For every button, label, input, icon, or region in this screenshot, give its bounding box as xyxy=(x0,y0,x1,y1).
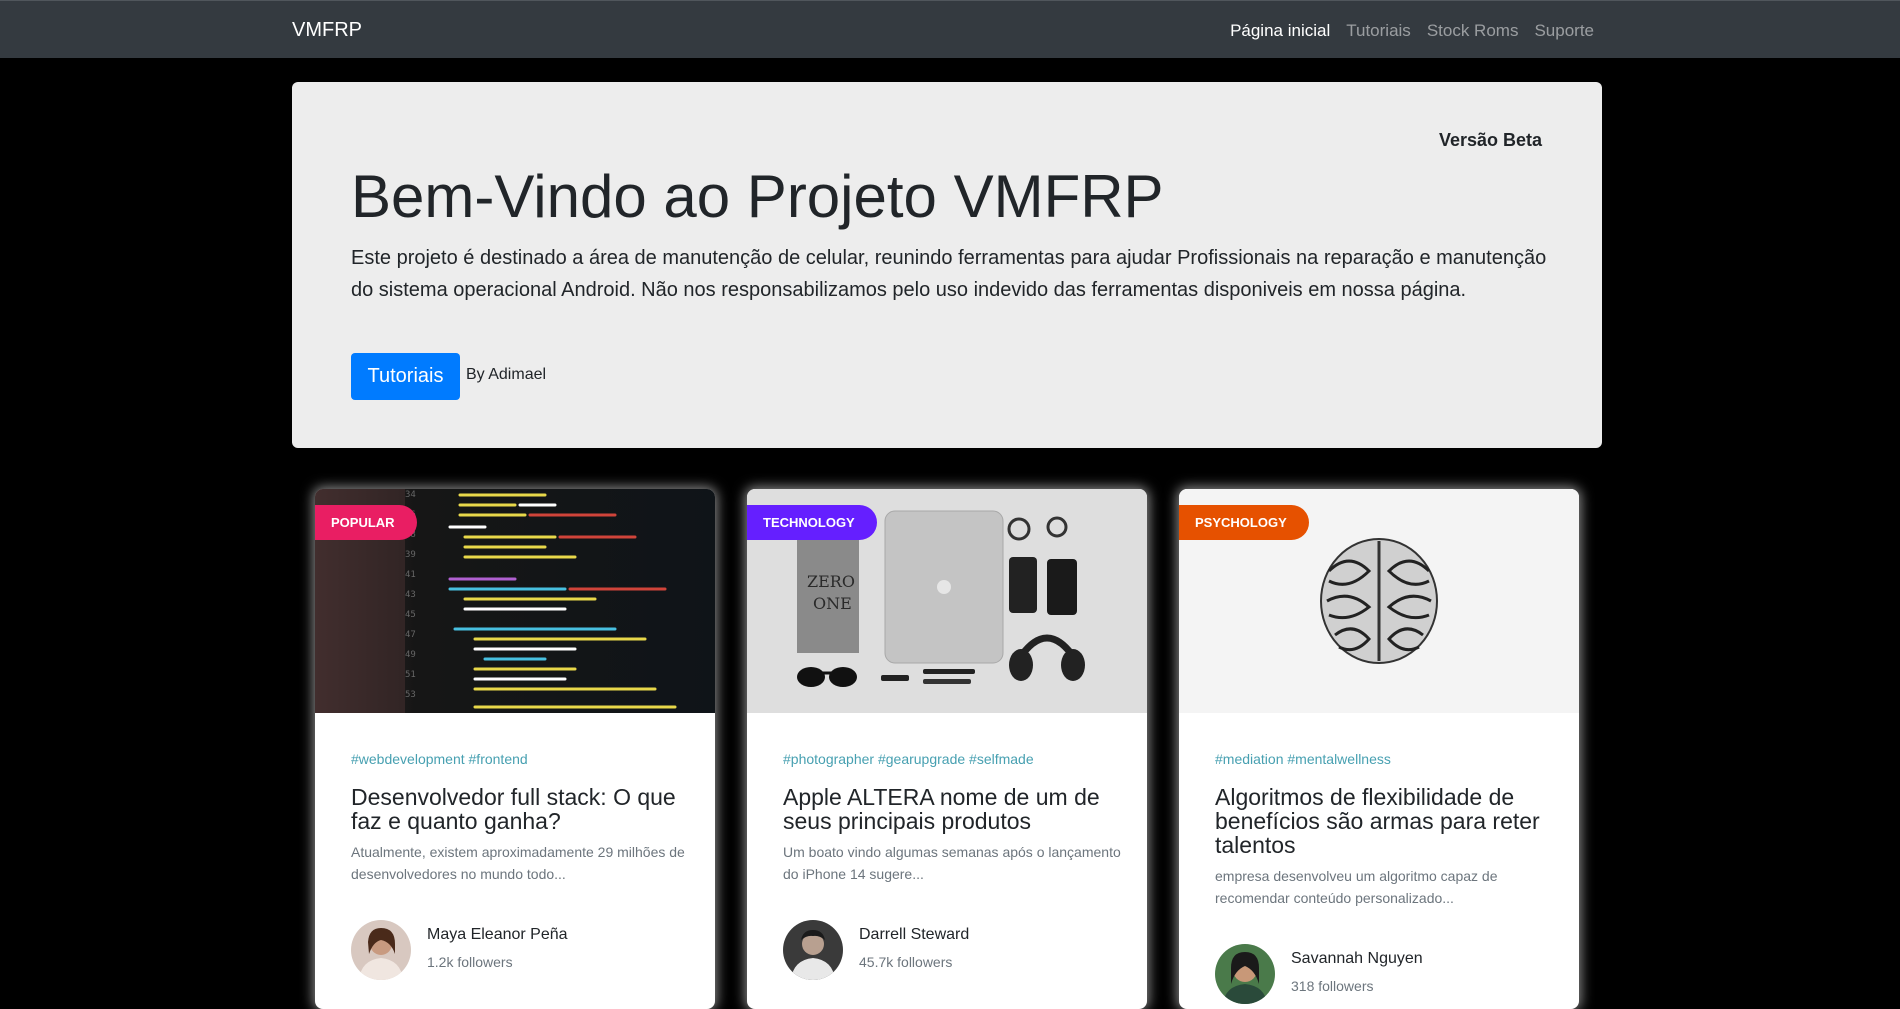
author-name[interactable]: Maya Eleanor Peña xyxy=(427,926,568,944)
svg-text:34: 34 xyxy=(405,490,416,500)
author-name[interactable]: Savannah Nguyen xyxy=(1291,950,1423,968)
card-description: Atualmente, existem aproximadamente 29 m… xyxy=(351,844,685,882)
svg-text:53: 53 xyxy=(405,690,416,700)
card-description: empresa desenvolveu um algoritmo capaz d… xyxy=(1215,868,1498,906)
svg-text:51: 51 xyxy=(405,670,416,680)
category-badge[interactable]: PSYCHOLOGY xyxy=(1179,505,1309,540)
brand-link[interactable]: VMFRP xyxy=(292,19,362,42)
article-card-psychology[interactable]: PSYCHOLOGY #mediation #mentalwellness Al… xyxy=(1179,489,1579,1009)
card-title[interactable]: Desenvolvedor full stack: O que faz e qu… xyxy=(351,785,691,833)
hero-jumbotron: Versão Beta Bem-Vindo ao Projeto VMFRP E… xyxy=(292,82,1602,448)
tutorials-button[interactable]: Tutoriais xyxy=(351,353,460,400)
category-badge[interactable]: POPULAR xyxy=(315,505,417,540)
author-avatar xyxy=(1215,944,1275,1004)
author-name[interactable]: Darrell Steward xyxy=(859,926,969,944)
card-title[interactable]: Algoritmos de flexibilidade de benefício… xyxy=(1215,785,1555,857)
svg-text:ZERO: ZERO xyxy=(807,572,855,591)
nav-links: Página inicial Tutoriais Stock Roms Supo… xyxy=(1214,21,1594,41)
author-followers: 1.2k followers xyxy=(427,954,513,970)
card-tags[interactable]: #mediation #mentalwellness xyxy=(1215,751,1391,767)
hero-lead: Este projeto é destinado a área de manut… xyxy=(351,247,1547,301)
svg-text:45: 45 xyxy=(405,610,416,620)
byline: By Adimael xyxy=(466,366,547,383)
card-title[interactable]: Apple ALTERA nome de um de seus principa… xyxy=(783,785,1123,833)
svg-text:47: 47 xyxy=(405,630,416,640)
svg-text:ONE: ONE xyxy=(813,594,852,613)
beta-label: Versão Beta xyxy=(1438,130,1542,150)
card-tags[interactable]: #photographer #gearupgrade #selfmade xyxy=(783,751,1034,767)
nav-link-support[interactable]: Suporte xyxy=(1534,21,1594,41)
svg-text:41: 41 xyxy=(405,570,416,580)
svg-text:39: 39 xyxy=(405,550,416,560)
hero-title: Bem-Vindo ao Projeto VMFRP xyxy=(351,163,1164,230)
author-avatar xyxy=(351,920,411,980)
article-card-popular[interactable]: 34 36 38 39 41 43 45 47 49 51 53 xyxy=(315,489,715,1009)
nav-link-stock-roms[interactable]: Stock Roms xyxy=(1427,21,1519,41)
category-badge[interactable]: TECHNOLOGY xyxy=(747,505,877,540)
nav-link-home[interactable]: Página inicial xyxy=(1230,21,1330,41)
author-followers: 318 followers xyxy=(1291,978,1374,994)
svg-text:43: 43 xyxy=(405,590,416,600)
card-tags[interactable]: #webdevelopment #frontend xyxy=(351,751,528,767)
article-card-technology[interactable]: ZERO ONE TECHNOLOGY #photographer #gearu… xyxy=(747,489,1147,1009)
svg-text:49: 49 xyxy=(405,650,416,660)
card-description: Um boato vindo algumas semanas após o la… xyxy=(783,844,1121,882)
author-avatar xyxy=(783,920,843,980)
author-followers: 45.7k followers xyxy=(859,954,953,970)
navbar: VMFRP Página inicial Tutoriais Stock Rom… xyxy=(0,0,1900,58)
nav-link-tutorials[interactable]: Tutoriais xyxy=(1346,21,1411,41)
